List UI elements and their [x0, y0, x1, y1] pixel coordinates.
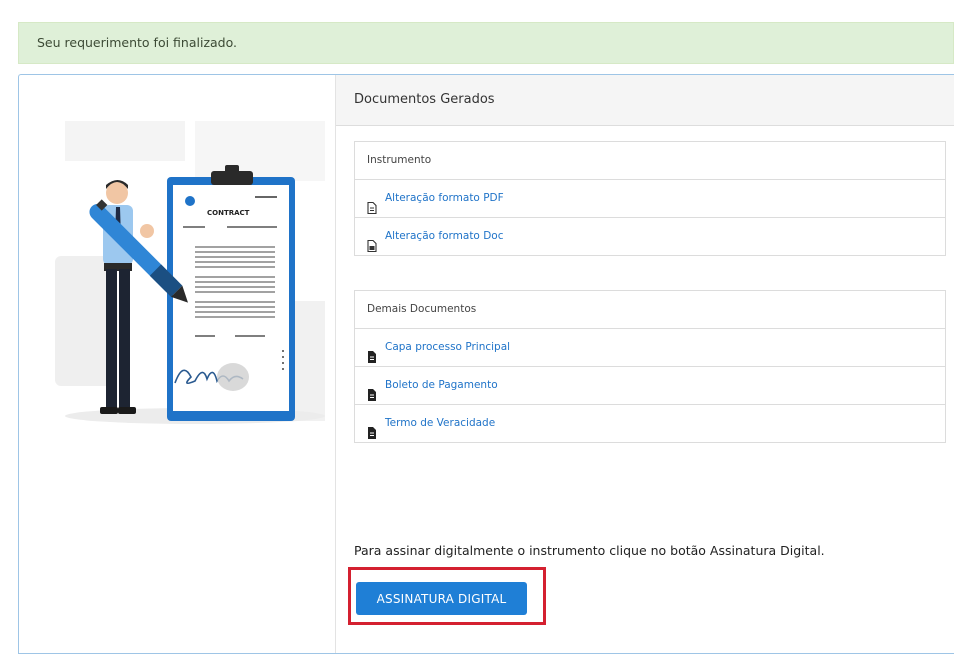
signature-instruction: Para assinar digitalmente o instrumento …	[354, 543, 825, 558]
link-termo-veracidade[interactable]: Termo de Veracidade	[385, 405, 495, 442]
assinatura-digital-button[interactable]: ASSINATURA DIGITAL	[356, 582, 527, 615]
pdf-file-icon	[367, 193, 377, 214]
instrumento-table: Instrumento Alteração formato PDF Altera…	[354, 141, 946, 256]
contract-signing-illustration: CONTRACT	[55, 121, 325, 424]
table-row[interactable]: Alteração formato PDF	[355, 180, 945, 218]
panel-title: Documentos Gerados	[336, 75, 954, 126]
documents-panel: Documentos Gerados Instrumento Alteração…	[335, 75, 954, 653]
success-alert: Seu requerimento foi finalizado.	[18, 22, 954, 64]
file-icon	[367, 418, 377, 439]
demais-documentos-table: Demais Documentos Capa processo Principa…	[354, 290, 946, 443]
contract-label: CONTRACT	[207, 209, 250, 217]
demais-header: Demais Documentos	[355, 291, 945, 329]
file-icon	[367, 380, 377, 401]
table-row[interactable]: Termo de Veracidade	[355, 405, 945, 442]
request-card: CONTRACT Documentos Gerados Instrumento …	[18, 74, 954, 654]
link-boleto-pagamento[interactable]: Boleto de Pagamento	[385, 367, 498, 404]
link-capa-processo[interactable]: Capa processo Principal	[385, 329, 510, 366]
link-alteracao-pdf[interactable]: Alteração formato PDF	[385, 180, 504, 217]
doc-file-icon	[367, 231, 377, 252]
instrumento-header: Instrumento	[355, 142, 945, 180]
file-icon	[367, 342, 377, 363]
illustration-column: CONTRACT	[19, 75, 335, 653]
table-row[interactable]: Capa processo Principal	[355, 329, 945, 367]
alert-message: Seu requerimento foi finalizado.	[37, 35, 237, 50]
link-alteracao-doc[interactable]: Alteração formato Doc	[385, 218, 503, 255]
table-row[interactable]: Boleto de Pagamento	[355, 367, 945, 405]
table-row[interactable]: Alteração formato Doc	[355, 218, 945, 255]
